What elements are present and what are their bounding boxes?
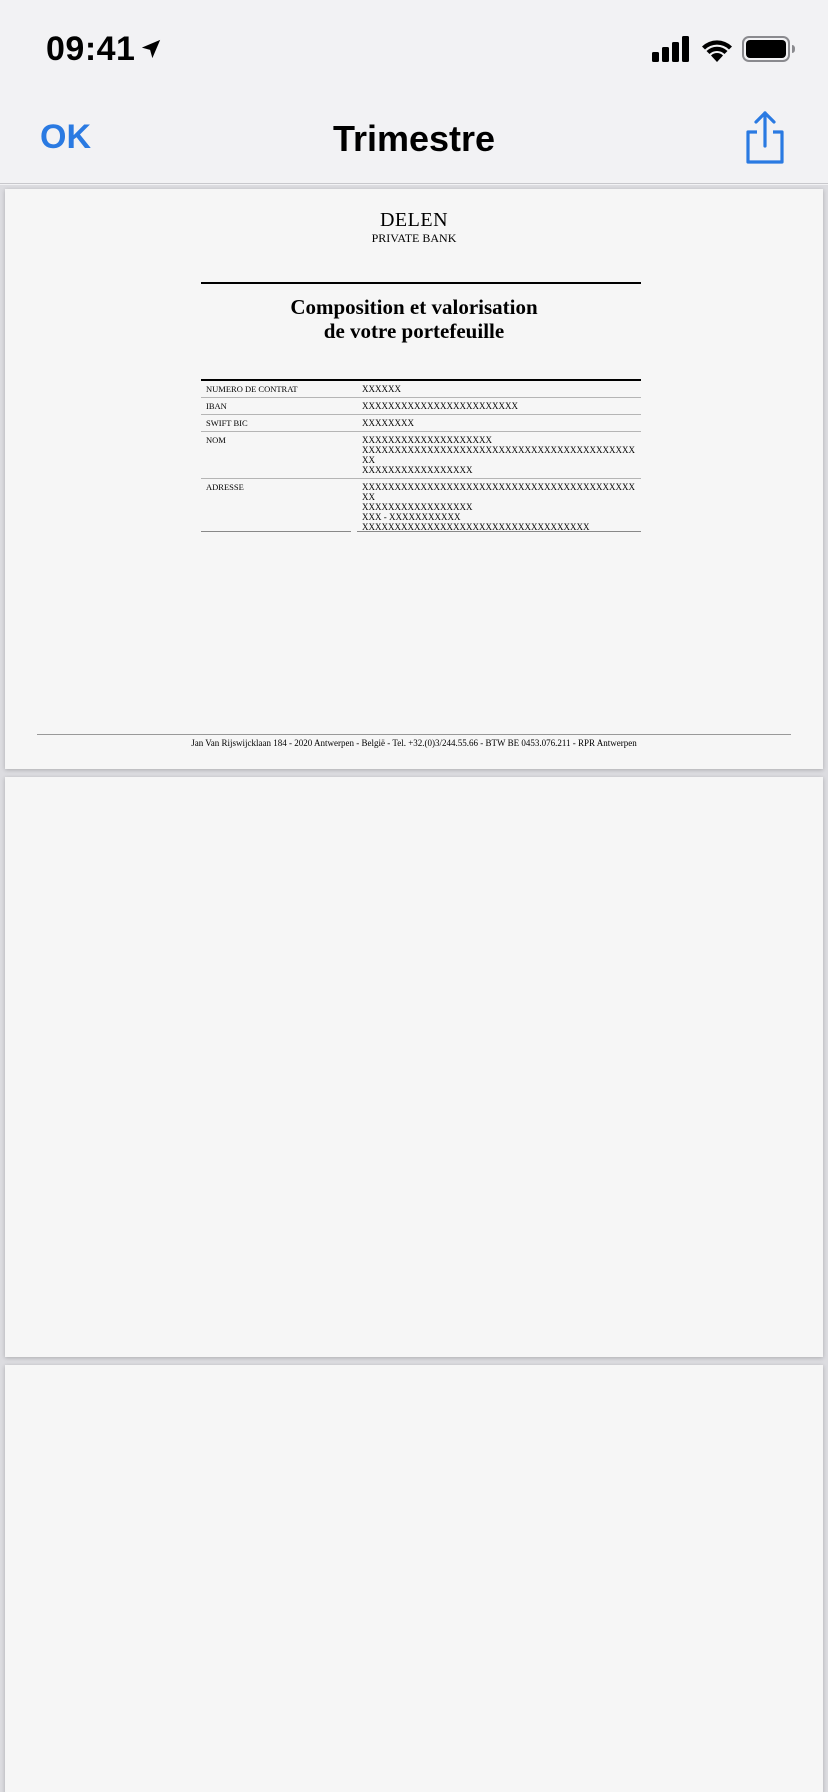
page-title: Trimestre (332, 118, 496, 159)
status-time: 09:41 (46, 30, 136, 68)
cellular-signal-icon (652, 36, 689, 62)
location-arrow-icon (141, 39, 161, 59)
document-title-line-2: de votre portefeuille (323, 319, 505, 343)
table-row: NUMERO DE CONTRAT XXXXXX (201, 381, 641, 398)
row-value: XXXXXXXXXXXXXXXXXXXXXXXX (362, 401, 518, 411)
table-row: SWIFT BIC XXXXXXXX (201, 415, 641, 432)
bank-brand: DELEN (379, 209, 449, 231)
table-row: ADRESSE XXXXXXXXXXXXXXXXXXXXXXXXXXXXXXXX… (201, 479, 641, 535)
footer-divider (37, 734, 791, 735)
share-button[interactable] (742, 110, 788, 166)
document-viewer[interactable]: DELEN PRIVATE BANK Composition et valori… (0, 185, 828, 1792)
row-label: NOM (206, 435, 226, 445)
row-label: ADRESSE (206, 482, 244, 492)
document-page-2 (5, 777, 823, 1357)
document-page-1: DELEN PRIVATE BANK Composition et valori… (5, 189, 823, 769)
share-icon (746, 111, 784, 164)
table-row: NOM XXXXXXXXXXXXXXXXXXXX XXXXXXXXXXXXXXX… (201, 432, 641, 479)
row-label: NUMERO DE CONTRAT (206, 384, 298, 394)
row-value: XXXXXXXX (362, 418, 414, 428)
title-divider (201, 282, 641, 284)
wifi-icon (702, 40, 732, 62)
contract-info-table: NUMERO DE CONTRAT XXXXXX IBAN XXXXXXXXXX… (201, 381, 641, 535)
row-value: XXXXXX (362, 384, 401, 394)
table-row: IBAN XXXXXXXXXXXXXXXXXXXXXXXX (201, 398, 641, 415)
row-value: XXXXXXXXXXXXXXXXXXXXXXXXXXXXXXXXXXXXXXXX… (362, 482, 635, 532)
document-title-line-1: Composition et valorisation (290, 295, 538, 319)
row-label: IBAN (206, 401, 227, 411)
document-title: Composition et valorisation de votre por… (5, 295, 823, 343)
table-bottom-divider (201, 531, 641, 532)
document-footer: Jan Van Rijswijcklaan 184 - 2020 Antwerp… (191, 738, 637, 748)
row-label: SWIFT BIC (206, 418, 248, 428)
bank-brand-subtitle: PRIVATE BANK (371, 231, 457, 245)
ok-button[interactable]: OK (40, 118, 91, 157)
document-page-3 (5, 1365, 823, 1792)
row-value: XXXXXXXXXXXXXXXXXXXX XXXXXXXXXXXXXXXXXXX… (362, 435, 635, 475)
status-bar: 09:41 (0, 0, 828, 96)
navigation-bar: OK Trimestre (0, 96, 828, 184)
battery-icon (742, 36, 795, 62)
